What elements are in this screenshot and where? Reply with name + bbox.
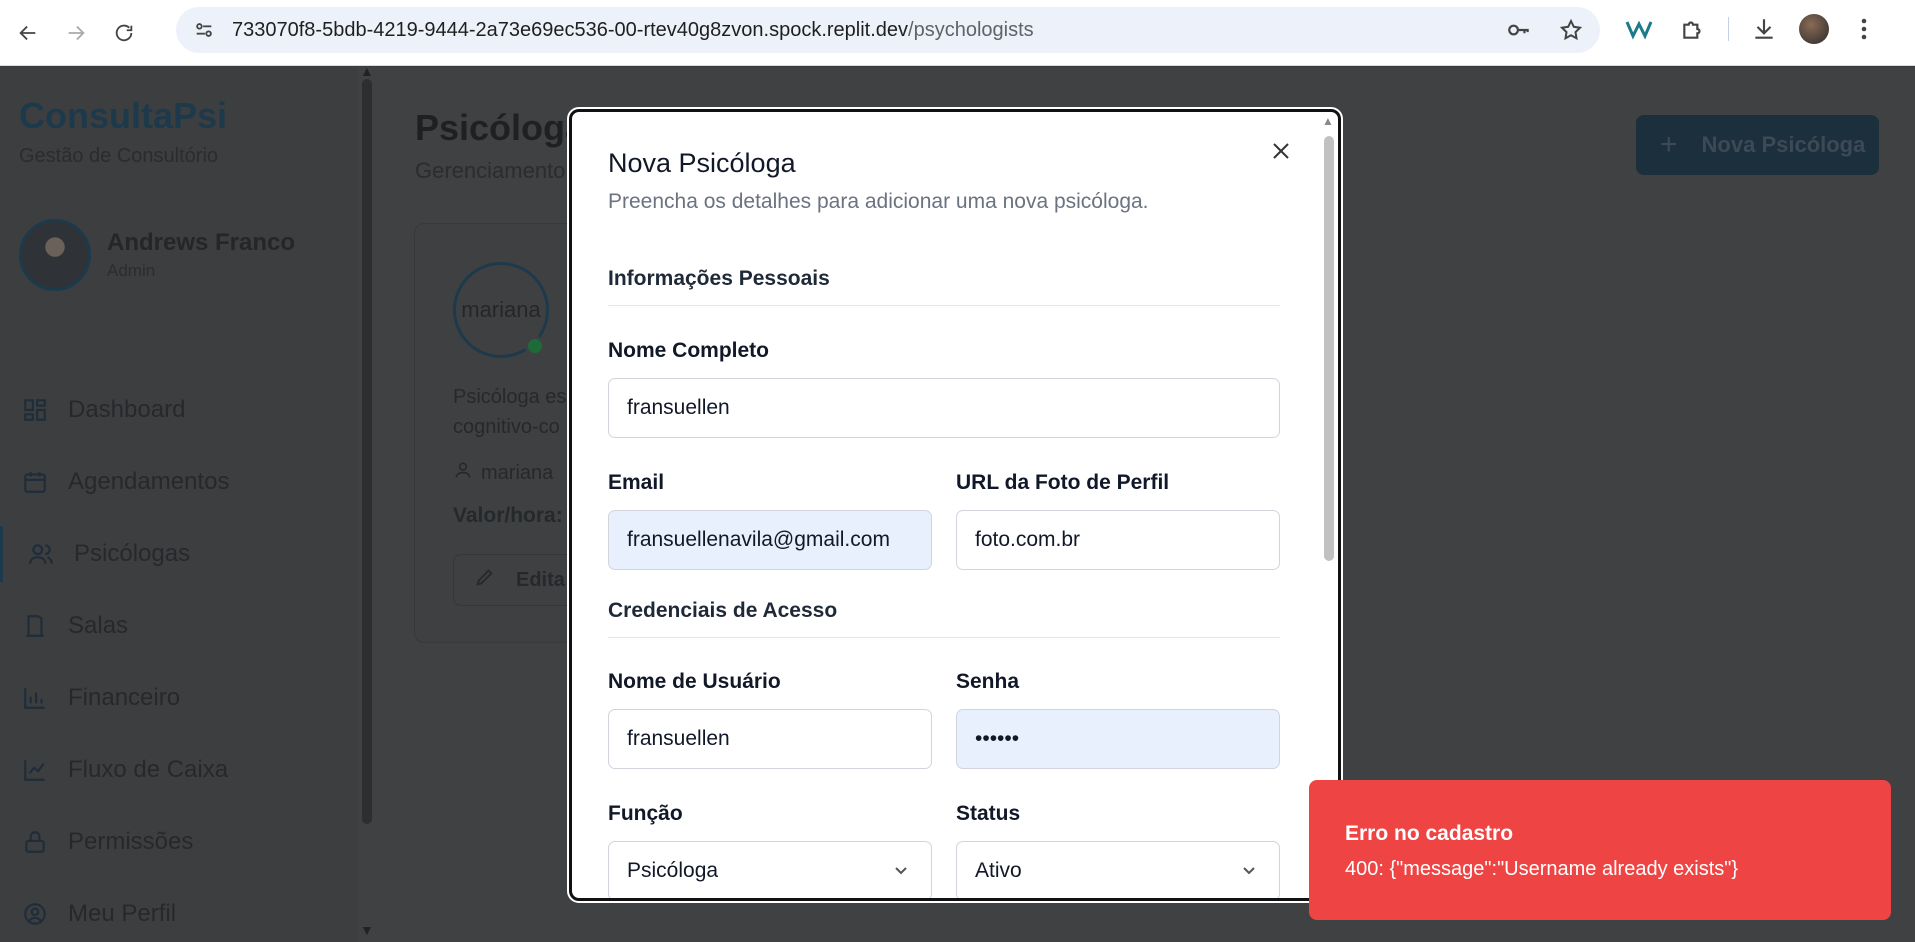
sidebar-item-label: Psicólogas	[74, 540, 191, 567]
dialog-description: Preencha os detalhes para adicionar uma …	[608, 190, 1149, 213]
chevron-down-icon	[1239, 860, 1259, 886]
sidebar-item-label: Salas	[68, 612, 129, 639]
extensions-puzzle-icon[interactable]	[1674, 10, 1712, 48]
sidebar-item-meu-perfil[interactable]: Meu Perfil	[0, 878, 358, 942]
photo-url-field[interactable]: foto.com.br	[956, 510, 1280, 570]
site-info-icon[interactable]	[190, 16, 218, 44]
sidebar-item-label: Fluxo de Caixa	[68, 756, 229, 783]
lock-icon	[20, 827, 50, 857]
error-toast[interactable]: Erro no cadastro 400: {"message":"Userna…	[1309, 780, 1891, 920]
avatar	[19, 219, 91, 291]
sidebar-item-label: Financeiro	[68, 684, 181, 711]
dialog-scrollbar[interactable]	[1324, 136, 1334, 561]
plus-icon: +	[1660, 128, 1678, 161]
brand-logo: ConsultaPsi	[19, 95, 228, 136]
user-circle-icon	[20, 899, 50, 929]
dialog-title: Nova Psicóloga	[608, 148, 796, 178]
bookmark-star-icon[interactable]	[1556, 15, 1586, 45]
url-text[interactable]: 733070f8-5bdb-4219-9444-2a73e69ec536-00-…	[232, 19, 1034, 42]
calendar-icon	[20, 467, 50, 497]
card-username: mariana	[453, 460, 553, 486]
password-label: Senha	[956, 670, 1020, 693]
new-psychologist-button[interactable]: + Nova Psicóloga	[1636, 115, 1879, 175]
download-icon[interactable]	[1745, 10, 1783, 48]
grid-icon	[20, 395, 50, 425]
username-field[interactable]: fransuellen	[608, 709, 932, 769]
role-select[interactable]: Psicóloga	[608, 841, 932, 898]
password-field[interactable]: ••••••	[956, 709, 1280, 769]
toast-message: 400: {"message":"Username already exists…	[1345, 858, 1739, 880]
brand-subtitle: Gestão de Consultório	[19, 145, 219, 167]
page-title: Psicóloga	[415, 107, 586, 148]
browser-toolbar: 733070f8-5bdb-4219-9444-2a73e69ec536-00-…	[0, 0, 1915, 66]
sidebar: ConsultaPsi Gestão de Consultório Andrew…	[0, 63, 374, 942]
sidebar-item-label: Meu Perfil	[68, 900, 177, 927]
user-role: Admin	[107, 261, 156, 280]
email-label: Email	[608, 471, 665, 494]
card-valor-label: Valor/hora:	[453, 504, 563, 527]
status-label: Status	[956, 802, 1021, 825]
photo-url-label: URL da Foto de Perfil	[956, 471, 1170, 494]
full-name-label: Nome Completo	[608, 339, 770, 362]
pencil-icon	[474, 566, 496, 594]
extension-w-icon[interactable]	[1620, 10, 1658, 48]
door-icon	[20, 611, 50, 641]
page-subtitle: Gerenciamento	[415, 158, 566, 183]
scroll-down-arrow-icon[interactable]: ▼	[360, 922, 374, 938]
full-name-field[interactable]: fransuellen	[608, 378, 1280, 438]
section-credentials: Credenciais de Acesso	[608, 599, 1280, 638]
section-personal-info: Informações Pessoais	[608, 267, 1280, 306]
role-label: Função	[608, 802, 683, 825]
email-field[interactable]: fransuellenavila@gmail.com	[608, 510, 932, 570]
address-bar[interactable]: 733070f8-5bdb-4219-9444-2a73e69ec536-00-…	[176, 7, 1600, 53]
sidebar-item-agendamentos[interactable]: Agendamentos	[0, 446, 358, 518]
toolbar-separator	[1728, 17, 1729, 41]
sidebar-item-label: Permissões	[68, 828, 194, 855]
line-chart-icon	[20, 755, 50, 785]
online-status-dot	[525, 336, 545, 356]
scroll-up-arrow-icon[interactable]: ▲	[360, 63, 374, 79]
sidebar-item-financeiro[interactable]: Financeiro	[0, 662, 358, 734]
user-icon	[453, 460, 473, 486]
reload-icon[interactable]	[104, 13, 144, 53]
sidebar-scrollbar[interactable]	[362, 79, 372, 824]
sidebar-item-fluxo-de-caixa[interactable]: Fluxo de Caixa	[0, 734, 358, 806]
sidebar-item-dashboard[interactable]: Dashboard	[0, 374, 358, 446]
forward-icon[interactable]	[56, 13, 96, 53]
user-name: Andrews Franco	[107, 229, 296, 256]
toast-title: Erro no cadastro	[1345, 822, 1514, 845]
profile-avatar[interactable]	[1799, 14, 1829, 44]
chevron-down-icon	[891, 860, 911, 886]
status-select[interactable]: Ativo	[956, 841, 1280, 898]
close-icon[interactable]	[1266, 136, 1296, 166]
bar-chart-icon	[20, 683, 50, 713]
sidebar-item-label: Agendamentos	[68, 468, 230, 495]
username-label: Nome de Usuário	[608, 670, 781, 693]
sidebar-item-psicologas[interactable]: Psicólogas	[0, 518, 358, 590]
sidebar-item-permissoes[interactable]: Permissões	[0, 806, 358, 878]
sidebar-menu: Dashboard Agendamentos Psicólogas Salas …	[0, 374, 358, 942]
sidebar-item-salas[interactable]: Salas	[0, 590, 358, 662]
new-psychologist-dialog: ▲ Nova Psicóloga Preencha os detalhes pa…	[567, 107, 1343, 903]
user-profile: Andrews Franco Admin	[19, 219, 295, 291]
back-icon[interactable]	[8, 13, 48, 53]
more-menu-icon[interactable]	[1845, 10, 1883, 48]
users-icon	[26, 539, 56, 569]
scroll-up-arrow-icon[interactable]: ▲	[1322, 114, 1334, 128]
sidebar-item-label: Dashboard	[68, 396, 186, 423]
key-icon[interactable]	[1504, 15, 1534, 45]
